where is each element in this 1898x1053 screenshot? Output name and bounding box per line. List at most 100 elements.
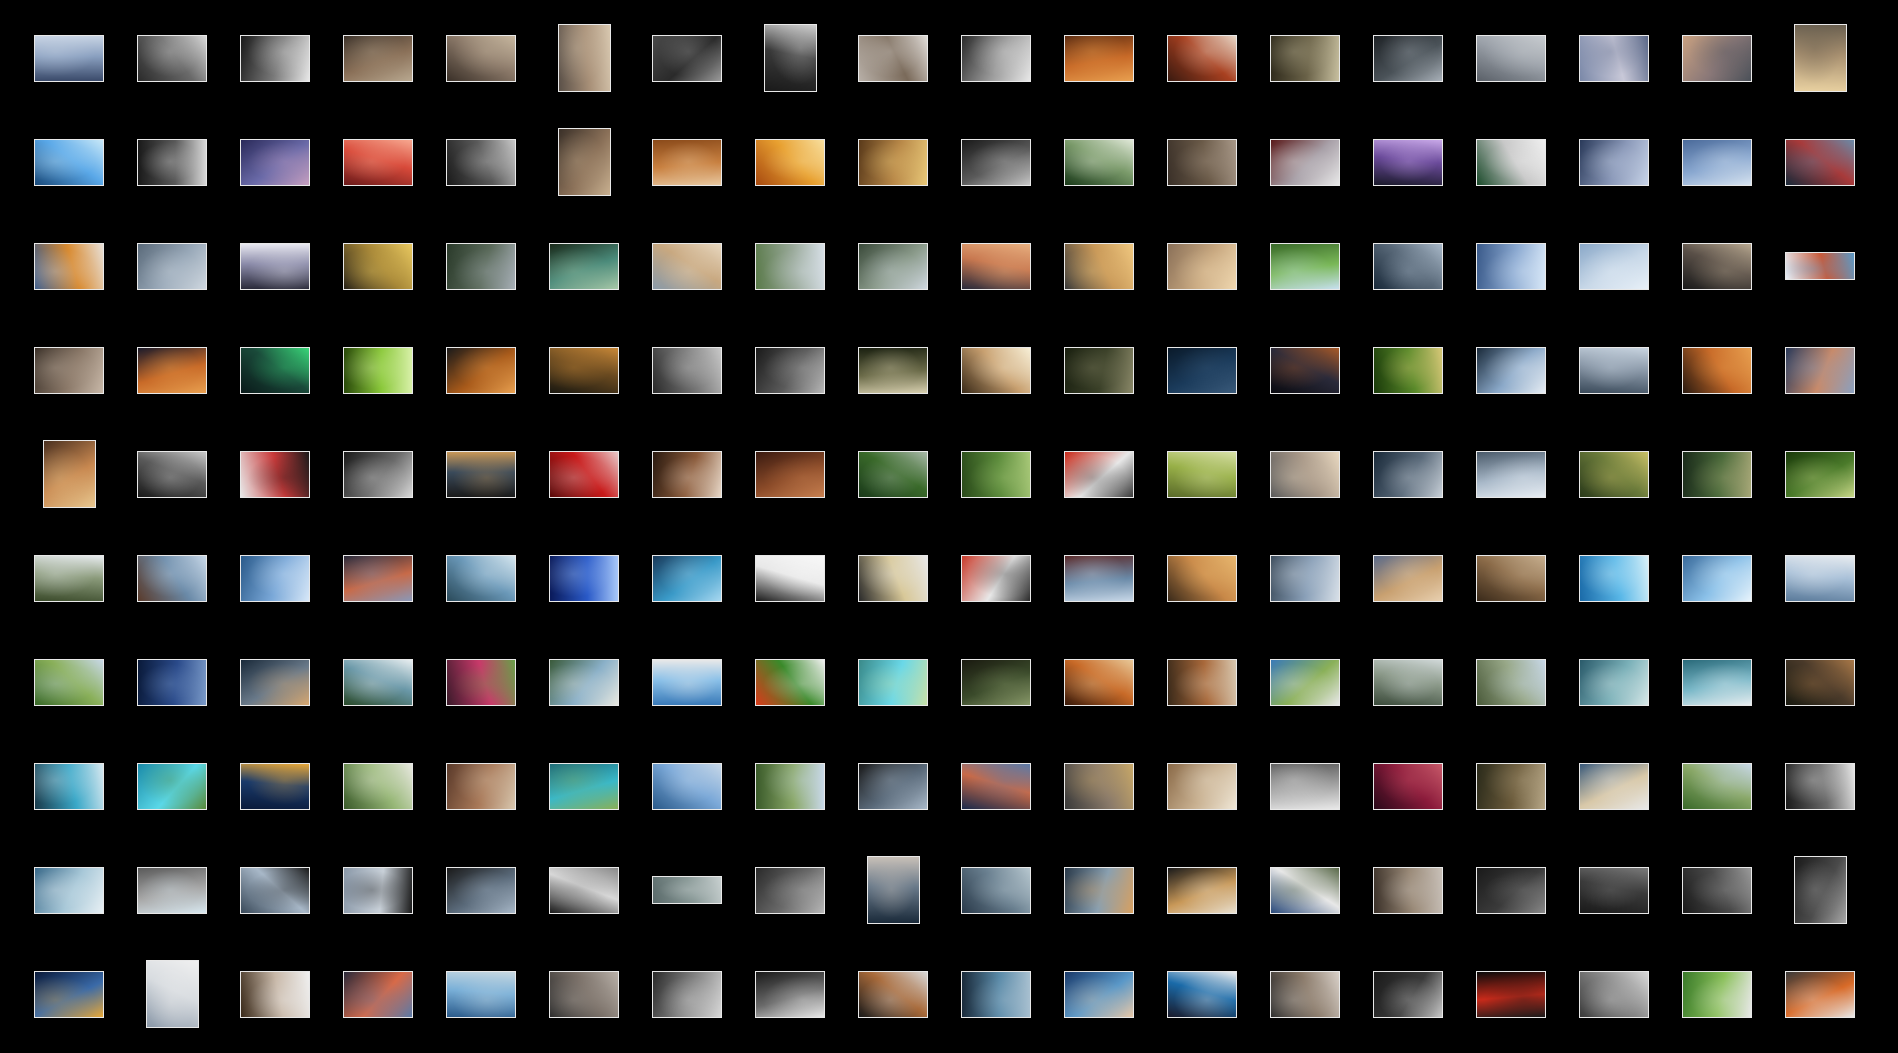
photo-thumbnail[interactable] (1373, 866, 1443, 914)
photo-thumbnail[interactable] (1373, 346, 1443, 394)
photo-thumbnail[interactable] (446, 554, 516, 602)
photo-thumbnail[interactable] (446, 762, 516, 810)
photo-thumbnail[interactable] (1064, 242, 1134, 290)
photo-thumbnail[interactable] (137, 242, 207, 290)
photo-thumbnail[interactable] (549, 346, 619, 394)
photo-thumbnail[interactable] (240, 554, 310, 602)
photo-thumbnail[interactable] (1476, 138, 1546, 186)
photo-thumbnail[interactable] (343, 866, 413, 914)
photo-thumbnail[interactable] (1579, 450, 1649, 498)
photo-thumbnail[interactable] (1682, 346, 1752, 394)
photo-thumbnail[interactable] (1167, 34, 1237, 82)
photo-thumbnail[interactable] (549, 762, 619, 810)
photo-thumbnail[interactable] (1476, 34, 1546, 82)
photo-thumbnail[interactable] (1682, 970, 1752, 1018)
photo-thumbnail[interactable] (763, 24, 817, 92)
photo-thumbnail[interactable] (34, 970, 104, 1018)
photo-thumbnail[interactable] (1579, 970, 1649, 1018)
photo-thumbnail[interactable] (137, 554, 207, 602)
photo-thumbnail[interactable] (961, 970, 1031, 1018)
photo-thumbnail[interactable] (1064, 138, 1134, 186)
photo-thumbnail[interactable] (755, 658, 825, 706)
photo-thumbnail[interactable] (343, 138, 413, 186)
photo-thumbnail[interactable] (549, 242, 619, 290)
photo-thumbnail[interactable] (1270, 970, 1340, 1018)
photo-thumbnail[interactable] (1793, 856, 1847, 924)
photo-thumbnail[interactable] (549, 450, 619, 498)
photo-thumbnail[interactable] (1064, 762, 1134, 810)
photo-thumbnail[interactable] (755, 554, 825, 602)
photo-thumbnail[interactable] (1270, 554, 1340, 602)
photo-thumbnail[interactable] (755, 346, 825, 394)
photo-thumbnail[interactable] (34, 34, 104, 82)
photo-thumbnail[interactable] (1476, 450, 1546, 498)
photo-thumbnail[interactable] (1476, 762, 1546, 810)
photo-thumbnail[interactable] (1373, 242, 1443, 290)
photo-thumbnail[interactable] (652, 762, 722, 810)
photo-thumbnail[interactable] (1167, 658, 1237, 706)
photo-thumbnail[interactable] (1579, 346, 1649, 394)
photo-thumbnail[interactable] (652, 138, 722, 186)
photo-thumbnail[interactable] (1785, 450, 1855, 498)
photo-thumbnail[interactable] (755, 762, 825, 810)
photo-thumbnail[interactable] (1682, 34, 1752, 82)
photo-thumbnail[interactable] (446, 658, 516, 706)
photo-thumbnail[interactable] (961, 242, 1031, 290)
photo-thumbnail[interactable] (961, 554, 1031, 602)
photo-thumbnail[interactable] (240, 866, 310, 914)
photo-thumbnail[interactable] (1373, 762, 1443, 810)
photo-thumbnail[interactable] (549, 658, 619, 706)
photo-thumbnail[interactable] (652, 34, 722, 82)
photo-thumbnail[interactable] (240, 970, 310, 1018)
photo-thumbnail[interactable] (1579, 762, 1649, 810)
photo-thumbnail[interactable] (961, 34, 1031, 82)
photo-thumbnail[interactable] (137, 866, 207, 914)
photo-thumbnail[interactable] (1682, 138, 1752, 186)
photo-thumbnail[interactable] (1373, 658, 1443, 706)
photo-thumbnail[interactable] (1579, 242, 1649, 290)
photo-thumbnail[interactable] (34, 554, 104, 602)
photo-thumbnail[interactable] (1785, 346, 1855, 394)
photo-thumbnail[interactable] (137, 762, 207, 810)
photo-thumbnail[interactable] (1785, 970, 1855, 1018)
photo-thumbnail[interactable] (1785, 138, 1855, 186)
photo-thumbnail[interactable] (1167, 866, 1237, 914)
photo-thumbnail[interactable] (1476, 658, 1546, 706)
photo-thumbnail[interactable] (446, 450, 516, 498)
photo-thumbnail[interactable] (1167, 762, 1237, 810)
photo-thumbnail[interactable] (1476, 866, 1546, 914)
photo-thumbnail[interactable] (1785, 252, 1855, 280)
photo-thumbnail[interactable] (858, 762, 928, 810)
photo-thumbnail[interactable] (446, 866, 516, 914)
photo-thumbnail[interactable] (1682, 866, 1752, 914)
photo-thumbnail[interactable] (240, 450, 310, 498)
photo-thumbnail[interactable] (1064, 554, 1134, 602)
photo-thumbnail[interactable] (961, 346, 1031, 394)
photo-thumbnail[interactable] (240, 138, 310, 186)
photo-thumbnail[interactable] (652, 658, 722, 706)
photo-thumbnail[interactable] (1167, 970, 1237, 1018)
photo-thumbnail[interactable] (1785, 554, 1855, 602)
photo-thumbnail[interactable] (137, 138, 207, 186)
photo-thumbnail[interactable] (1579, 554, 1649, 602)
photo-thumbnail[interactable] (858, 242, 928, 290)
photo-thumbnail[interactable] (137, 346, 207, 394)
photo-thumbnail[interactable] (137, 34, 207, 82)
photo-thumbnail[interactable] (1682, 242, 1752, 290)
photo-thumbnail[interactable] (858, 138, 928, 186)
photo-thumbnail[interactable] (1167, 346, 1237, 394)
photo-thumbnail[interactable] (446, 346, 516, 394)
photo-thumbnail[interactable] (34, 242, 104, 290)
photo-thumbnail[interactable] (652, 970, 722, 1018)
photo-thumbnail[interactable] (1270, 762, 1340, 810)
photo-thumbnail[interactable] (961, 450, 1031, 498)
photo-thumbnail[interactable] (961, 762, 1031, 810)
photo-thumbnail[interactable] (446, 138, 516, 186)
photo-thumbnail[interactable] (858, 346, 928, 394)
photo-thumbnail[interactable] (240, 34, 310, 82)
photo-thumbnail[interactable] (446, 242, 516, 290)
photo-thumbnail[interactable] (34, 138, 104, 186)
photo-thumbnail[interactable] (42, 440, 96, 508)
photo-thumbnail[interactable] (1167, 554, 1237, 602)
photo-thumbnail[interactable] (1167, 138, 1237, 186)
